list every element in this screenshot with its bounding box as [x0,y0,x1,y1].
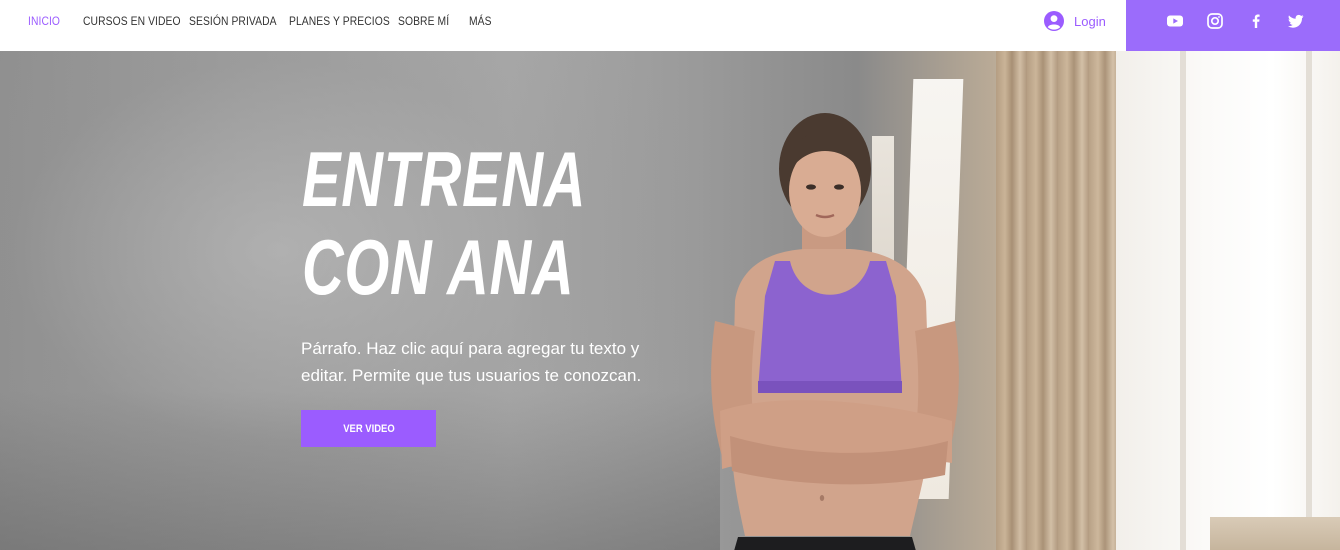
social-bar [1126,0,1340,51]
facebook-icon[interactable] [1247,12,1265,30]
nav-item-mas[interactable]: MÁS [469,14,492,28]
twitter-icon[interactable] [1287,12,1305,30]
youtube-icon[interactable] [1166,12,1184,30]
bench [1210,517,1340,550]
login-button[interactable]: Login [1044,10,1106,32]
nav-item-planes-y-precios[interactable]: PLANES Y PRECIOS [289,14,390,28]
hero-paragraph: Párrafo. Haz clic aquí para agregar tu t… [301,339,642,385]
window-frame [1306,51,1312,550]
nav-item-sobre-mi[interactable]: SOBRE MÍ [398,14,449,28]
nav-item-cursos-en-video[interactable]: CURSOS EN VIDEO [83,14,181,28]
hero-section: ENTRENA CON ANA Párrafo. Haz clic aquí p… [0,51,1340,550]
instagram-icon[interactable] [1206,12,1224,30]
login-label: Login [1074,13,1106,29]
curtain [996,51,1116,550]
hero-title-line2: CON ANA [302,223,575,311]
user-avatar-icon [1044,11,1064,31]
site-header: INICIO CURSOS EN VIDEO SESIÓN PRIVADA PL… [0,0,1340,51]
hero-title-line1: ENTRENA [302,135,587,223]
nav-item-inicio[interactable]: INICIO [28,14,60,28]
window-frame [1180,51,1186,550]
hero-woman-image [711,113,959,550]
hero-title: ENTRENA CON ANA [302,135,587,311]
watch-video-button[interactable]: VER VIDEO [301,410,436,447]
nav-item-sesion-privada[interactable]: SESIÓN PRIVADA [189,14,277,28]
watch-video-label: VER VIDEO [342,422,395,435]
